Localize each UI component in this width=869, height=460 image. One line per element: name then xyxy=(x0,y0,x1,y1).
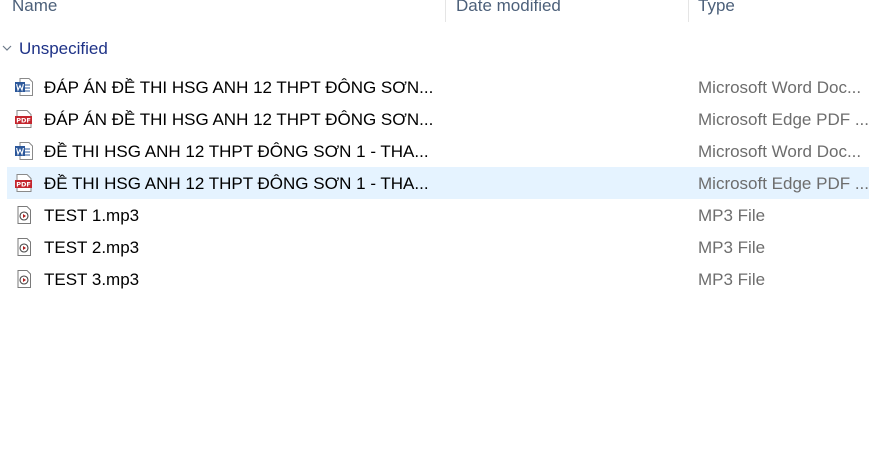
file-type: MP3 File xyxy=(698,238,766,257)
file-type: Microsoft Word Doc... xyxy=(698,142,862,161)
group-title: Unspecified xyxy=(19,39,108,58)
file-row[interactable]: PDF ĐÁP ÁN ĐỀ THI HSG ANH 12 THPT ĐÔNG S… xyxy=(7,103,869,135)
column-header-date-modified[interactable]: Date modified xyxy=(456,0,561,22)
file-name: ĐÁP ÁN ĐỀ THI HSG ANH 12 THPT ĐÔNG SƠN..… xyxy=(44,110,434,129)
file-name: TEST 2.mp3 xyxy=(44,238,140,257)
file-name: ĐỀ THI HSG ANH 12 THPT ĐÔNG SƠN 1 - THA.… xyxy=(44,142,429,161)
file-name: ĐỀ THI HSG ANH 12 THPT ĐÔNG SƠN 1 - THA.… xyxy=(44,174,429,193)
file-row[interactable]: ĐÁP ÁN ĐỀ THI HSG ANH 12 THPT ĐÔNG SƠN..… xyxy=(7,71,869,103)
pdf-icon: PDF xyxy=(14,109,34,129)
file-type: MP3 File xyxy=(698,270,766,289)
file-row[interactable]: TEST 1.mp3 MP3 File xyxy=(7,199,869,231)
column-header-bar: Name Date modified Type xyxy=(0,0,869,22)
file-type: Microsoft Edge PDF ... xyxy=(698,110,869,129)
svg-text:PDF: PDF xyxy=(16,180,31,188)
file-name: TEST 1.mp3 xyxy=(44,206,140,225)
file-type: Microsoft Word Doc... xyxy=(698,78,862,97)
column-divider[interactable] xyxy=(445,0,446,22)
file-row[interactable]: TEST 2.mp3 MP3 File xyxy=(7,231,869,263)
file-type: MP3 File xyxy=(698,206,766,225)
file-type: Microsoft Edge PDF ... xyxy=(698,174,869,193)
svg-text:PDF: PDF xyxy=(16,116,31,124)
file-row[interactable]: TEST 3.mp3 MP3 File xyxy=(7,263,869,295)
word-doc-icon xyxy=(14,77,34,97)
chevron-down-icon[interactable] xyxy=(2,43,12,53)
group-header-unspecified[interactable]: Unspecified xyxy=(0,36,869,62)
audio-file-icon xyxy=(14,237,34,257)
column-header-name[interactable]: Name xyxy=(12,0,57,22)
file-name: ĐÁP ÁN ĐỀ THI HSG ANH 12 THPT ĐÔNG SƠN..… xyxy=(44,78,434,97)
pdf-icon: PDF xyxy=(14,173,34,193)
column-header-type[interactable]: Type xyxy=(698,0,735,22)
file-row-selected[interactable]: PDF ĐỀ THI HSG ANH 12 THPT ĐÔNG SƠN 1 - … xyxy=(7,167,869,199)
file-row[interactable]: ĐỀ THI HSG ANH 12 THPT ĐÔNG SƠN 1 - THA.… xyxy=(7,135,869,167)
word-doc-icon xyxy=(14,141,34,161)
file-name: TEST 3.mp3 xyxy=(44,270,140,289)
column-divider[interactable] xyxy=(688,0,689,22)
audio-file-icon xyxy=(14,269,34,289)
audio-file-icon xyxy=(14,205,34,225)
